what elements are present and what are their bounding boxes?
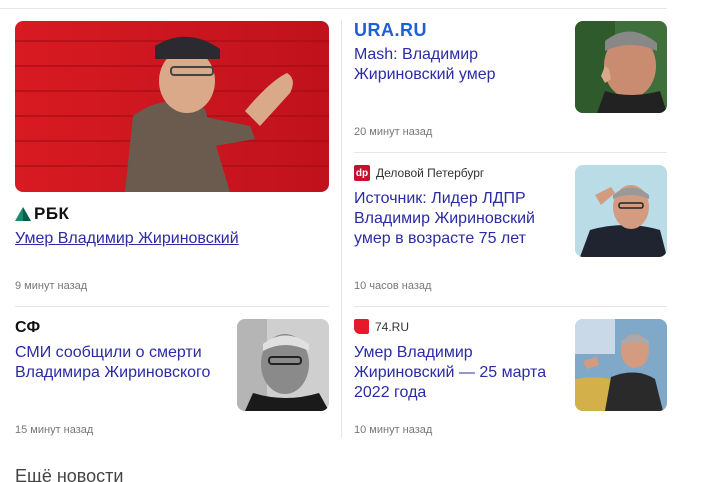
news-source-name: Деловой Петербург bbox=[376, 166, 485, 180]
news-source-name: 74.RU bbox=[375, 319, 410, 334]
row-divider-right-2 bbox=[354, 306, 667, 307]
news-title[interactable]: Умер Владимир Жириновский — 25 марта 202… bbox=[354, 343, 559, 403]
news-photo-74ru[interactable] bbox=[575, 319, 667, 411]
row-divider-left bbox=[15, 306, 329, 307]
sf-logo-icon: СФ bbox=[15, 319, 41, 336]
news-source-rbc[interactable]: РБК bbox=[15, 204, 69, 224]
74ru-logo-icon bbox=[354, 319, 369, 334]
news-source-74ru[interactable]: 74.RU bbox=[354, 319, 409, 334]
news-time: 15 минут назад bbox=[15, 424, 94, 436]
more-news-link[interactable]: Ещё новости bbox=[15, 466, 123, 482]
news-title[interactable]: СМИ сообщили о смерти Владимира Жириновс… bbox=[15, 343, 220, 383]
rbc-logo-icon: РБК bbox=[15, 204, 69, 224]
news-source-dp[interactable]: dp Деловой Петербург bbox=[354, 165, 484, 181]
news-source-name: РБК bbox=[34, 204, 70, 223]
news-photo-dp[interactable] bbox=[575, 165, 667, 257]
top-divider bbox=[0, 8, 667, 9]
news-time: 9 минут назад bbox=[15, 280, 88, 292]
news-title[interactable]: Mash: Владимир Жириновский умер bbox=[354, 45, 559, 85]
news-photo-sf[interactable] bbox=[237, 319, 329, 411]
row-divider-right-1 bbox=[354, 152, 667, 153]
news-photo-ura[interactable] bbox=[575, 21, 667, 113]
news-time: 10 минут назад bbox=[354, 424, 433, 436]
news-time: 20 минут назад bbox=[354, 126, 433, 138]
news-photo-rbc[interactable] bbox=[15, 21, 329, 192]
dp-logo-icon: dp bbox=[354, 165, 370, 181]
news-title[interactable]: Умер Владимир Жириновский bbox=[15, 229, 315, 249]
column-divider bbox=[341, 20, 342, 438]
news-title[interactable]: Источник: Лидер ЛДПР Владимир Жириновски… bbox=[354, 189, 554, 249]
news-source-sf[interactable]: СФ bbox=[15, 319, 40, 337]
news-time: 10 часов назад bbox=[354, 280, 432, 292]
news-source-ura[interactable]: URA.RU bbox=[354, 20, 427, 41]
ura-logo-icon: URA.RU bbox=[354, 20, 427, 40]
